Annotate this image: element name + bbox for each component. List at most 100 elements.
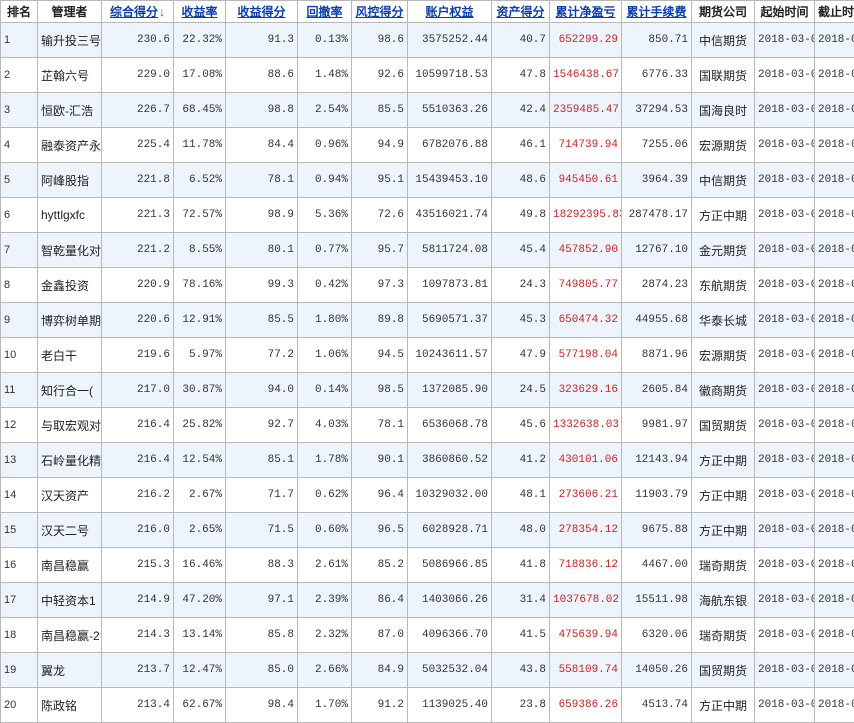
ranking-table-body: 1输升投三号230.622.32%91.30.13%98.63575252.44… [1,23,854,723]
broker-cell: 华泰长城 [692,303,755,338]
yield-score-cell: 98.8 [226,93,298,128]
table-row[interactable]: 10老白干219.65.97%77.21.06%94.510243611.574… [1,338,854,373]
manager-name-cell[interactable]: 融泰资产永 [38,128,102,163]
drawdown-cell: 4.03% [298,408,352,443]
col-header-cum-fee[interactable]: 累计手续费 [622,1,692,23]
col-header-cum-pnl[interactable]: 累计净盈亏 [550,1,622,23]
manager-name-cell[interactable]: 与取宏观对 [38,408,102,443]
table-row[interactable]: 13石岭量化精216.412.54%85.11.78%90.13860860.5… [1,443,854,478]
table-row[interactable]: 16南昌稳赢215.316.46%88.32.61%85.25086966.85… [1,548,854,583]
table-row[interactable]: 18南昌稳赢-2214.313.14%85.82.32%87.04096366.… [1,618,854,653]
rank-cell: 16 [1,548,38,583]
broker-cell: 国海良时 [692,93,755,128]
table-row[interactable]: 6hyttlgxfc221.372.57%98.95.36%72.6435160… [1,198,854,233]
manager-name-cell[interactable]: 石岭量化精 [38,443,102,478]
table-row[interactable]: 20陈政铭213.462.67%98.41.70%91.21139025.402… [1,688,854,723]
table-row[interactable]: 19翼龙213.712.47%85.02.66%84.95032532.0443… [1,653,854,688]
ranking-table: 排名 管理者 综合得分↓ 收益率 收益得分 回撤率 风控得分 账户权益 资产得分… [0,0,854,723]
manager-name-cell[interactable]: 阿峰股指 [38,163,102,198]
manager-name-cell[interactable]: 汉天二号 [38,513,102,548]
yield-cell: 25.82% [174,408,226,443]
equity-cell: 1097873.81 [408,268,492,303]
col-header-risk-score[interactable]: 风控得分 [352,1,408,23]
col-header-yield[interactable]: 收益率 [174,1,226,23]
drawdown-cell: 2.61% [298,548,352,583]
sort-risk-score-link[interactable]: 风控得分 [355,5,403,19]
yield-cell: 2.65% [174,513,226,548]
manager-name-cell[interactable]: 翼龙 [38,653,102,688]
start-date-cell: 2018-03-01 [755,548,815,583]
col-header-end: 截止时间 [815,1,854,23]
manager-name-cell[interactable]: 博弈树单期 [38,303,102,338]
manager-name-cell[interactable]: 南昌稳赢 [38,548,102,583]
score-cell: 226.7 [102,93,174,128]
table-row[interactable]: 1输升投三号230.622.32%91.30.13%98.63575252.44… [1,23,854,58]
asset-score-cell: 23.8 [492,688,550,723]
equity-cell: 10243611.57 [408,338,492,373]
equity-cell: 3860860.52 [408,443,492,478]
table-row[interactable]: 7智乾量化对221.28.55%80.10.77%95.75811724.084… [1,233,854,268]
yield-cell: 12.91% [174,303,226,338]
cum-pnl-cell: 659386.26 [550,688,622,723]
drawdown-cell: 1.70% [298,688,352,723]
sort-yield-score-link[interactable]: 收益得分 [237,5,285,19]
score-cell: 217.0 [102,373,174,408]
table-row[interactable]: 14汉天资产216.22.67%71.70.62%96.410329032.00… [1,478,854,513]
yield-score-cell: 77.2 [226,338,298,373]
table-row[interactable]: 8金鑫投资220.978.16%99.30.42%97.31097873.812… [1,268,854,303]
table-row[interactable]: 3恒欧-汇浩226.768.45%98.82.54%85.55510363.26… [1,93,854,128]
yield-cell: 11.78% [174,128,226,163]
manager-name-cell[interactable]: 芷翰六号 [38,58,102,93]
manager-name-cell[interactable]: 中轻资本1 [38,583,102,618]
sort-drawdown-link[interactable]: 回撤率 [306,5,342,19]
manager-name-cell[interactable]: 智乾量化对 [38,233,102,268]
risk-score-cell: 78.1 [352,408,408,443]
manager-name-cell[interactable]: 恒欧-汇浩 [38,93,102,128]
rank-cell: 17 [1,583,38,618]
rank-cell: 5 [1,163,38,198]
yield-cell: 8.55% [174,233,226,268]
col-header-yield-score[interactable]: 收益得分 [226,1,298,23]
col-header-asset-score[interactable]: 资产得分 [492,1,550,23]
col-header-drawdown[interactable]: 回撤率 [298,1,352,23]
table-row[interactable]: 17中轻资本1214.947.20%97.12.39%86.41403066.2… [1,583,854,618]
manager-name-cell[interactable]: 南昌稳赢-2 [38,618,102,653]
manager-name-cell[interactable]: 输升投三号 [38,23,102,58]
yield-score-cell: 94.0 [226,373,298,408]
table-row[interactable]: 5阿峰股指221.86.52%78.10.94%95.115439453.104… [1,163,854,198]
rank-cell: 10 [1,338,38,373]
equity-cell: 5811724.08 [408,233,492,268]
end-date-cell: 2018-03-23 [815,583,854,618]
drawdown-cell: 0.14% [298,373,352,408]
drawdown-cell: 1.06% [298,338,352,373]
start-date-cell: 2018-03-01 [755,408,815,443]
col-header-score[interactable]: 综合得分↓ [102,1,174,23]
table-row[interactable]: 2芷翰六号229.017.08%88.61.48%92.610599718.53… [1,58,854,93]
table-row[interactable]: 11知行合一(217.030.87%94.00.14%98.51372085.9… [1,373,854,408]
sort-cum-fee-link[interactable]: 累计手续费 [626,5,686,19]
manager-name-cell[interactable]: 老白干 [38,338,102,373]
sort-asset-score-link[interactable]: 资产得分 [496,5,544,19]
manager-name-cell[interactable]: 陈政铭 [38,688,102,723]
end-date-cell: 2018-03-23 [815,338,854,373]
sort-yield-link[interactable]: 收益率 [181,5,217,19]
sort-equity-link[interactable]: 账户权益 [425,5,473,19]
manager-name-cell[interactable]: 知行合一( [38,373,102,408]
table-row[interactable]: 9博弈树单期220.612.91%85.51.80%89.85690571.37… [1,303,854,338]
table-row[interactable]: 15汉天二号216.02.65%71.50.60%96.56028928.714… [1,513,854,548]
score-cell: 216.2 [102,478,174,513]
risk-score-cell: 89.8 [352,303,408,338]
manager-name-cell[interactable]: 汉天资产 [38,478,102,513]
broker-cell: 方正中期 [692,478,755,513]
end-date-cell: 2018-03-26 [815,548,854,583]
end-date-cell: 2018-03-23 [815,618,854,653]
col-header-equity[interactable]: 账户权益 [408,1,492,23]
table-row[interactable]: 12与取宏观对216.425.82%92.74.03%78.16536068.7… [1,408,854,443]
sort-cum-pnl-link[interactable]: 累计净盈亏 [555,5,615,19]
table-row[interactable]: 4融泰资产永225.411.78%84.40.96%94.96782076.88… [1,128,854,163]
manager-name-cell[interactable]: 金鑫投资 [38,268,102,303]
sort-score-link[interactable]: 综合得分 [110,5,158,19]
risk-score-cell: 96.4 [352,478,408,513]
manager-name-cell[interactable]: hyttlgxfc [38,198,102,233]
score-cell: 221.2 [102,233,174,268]
